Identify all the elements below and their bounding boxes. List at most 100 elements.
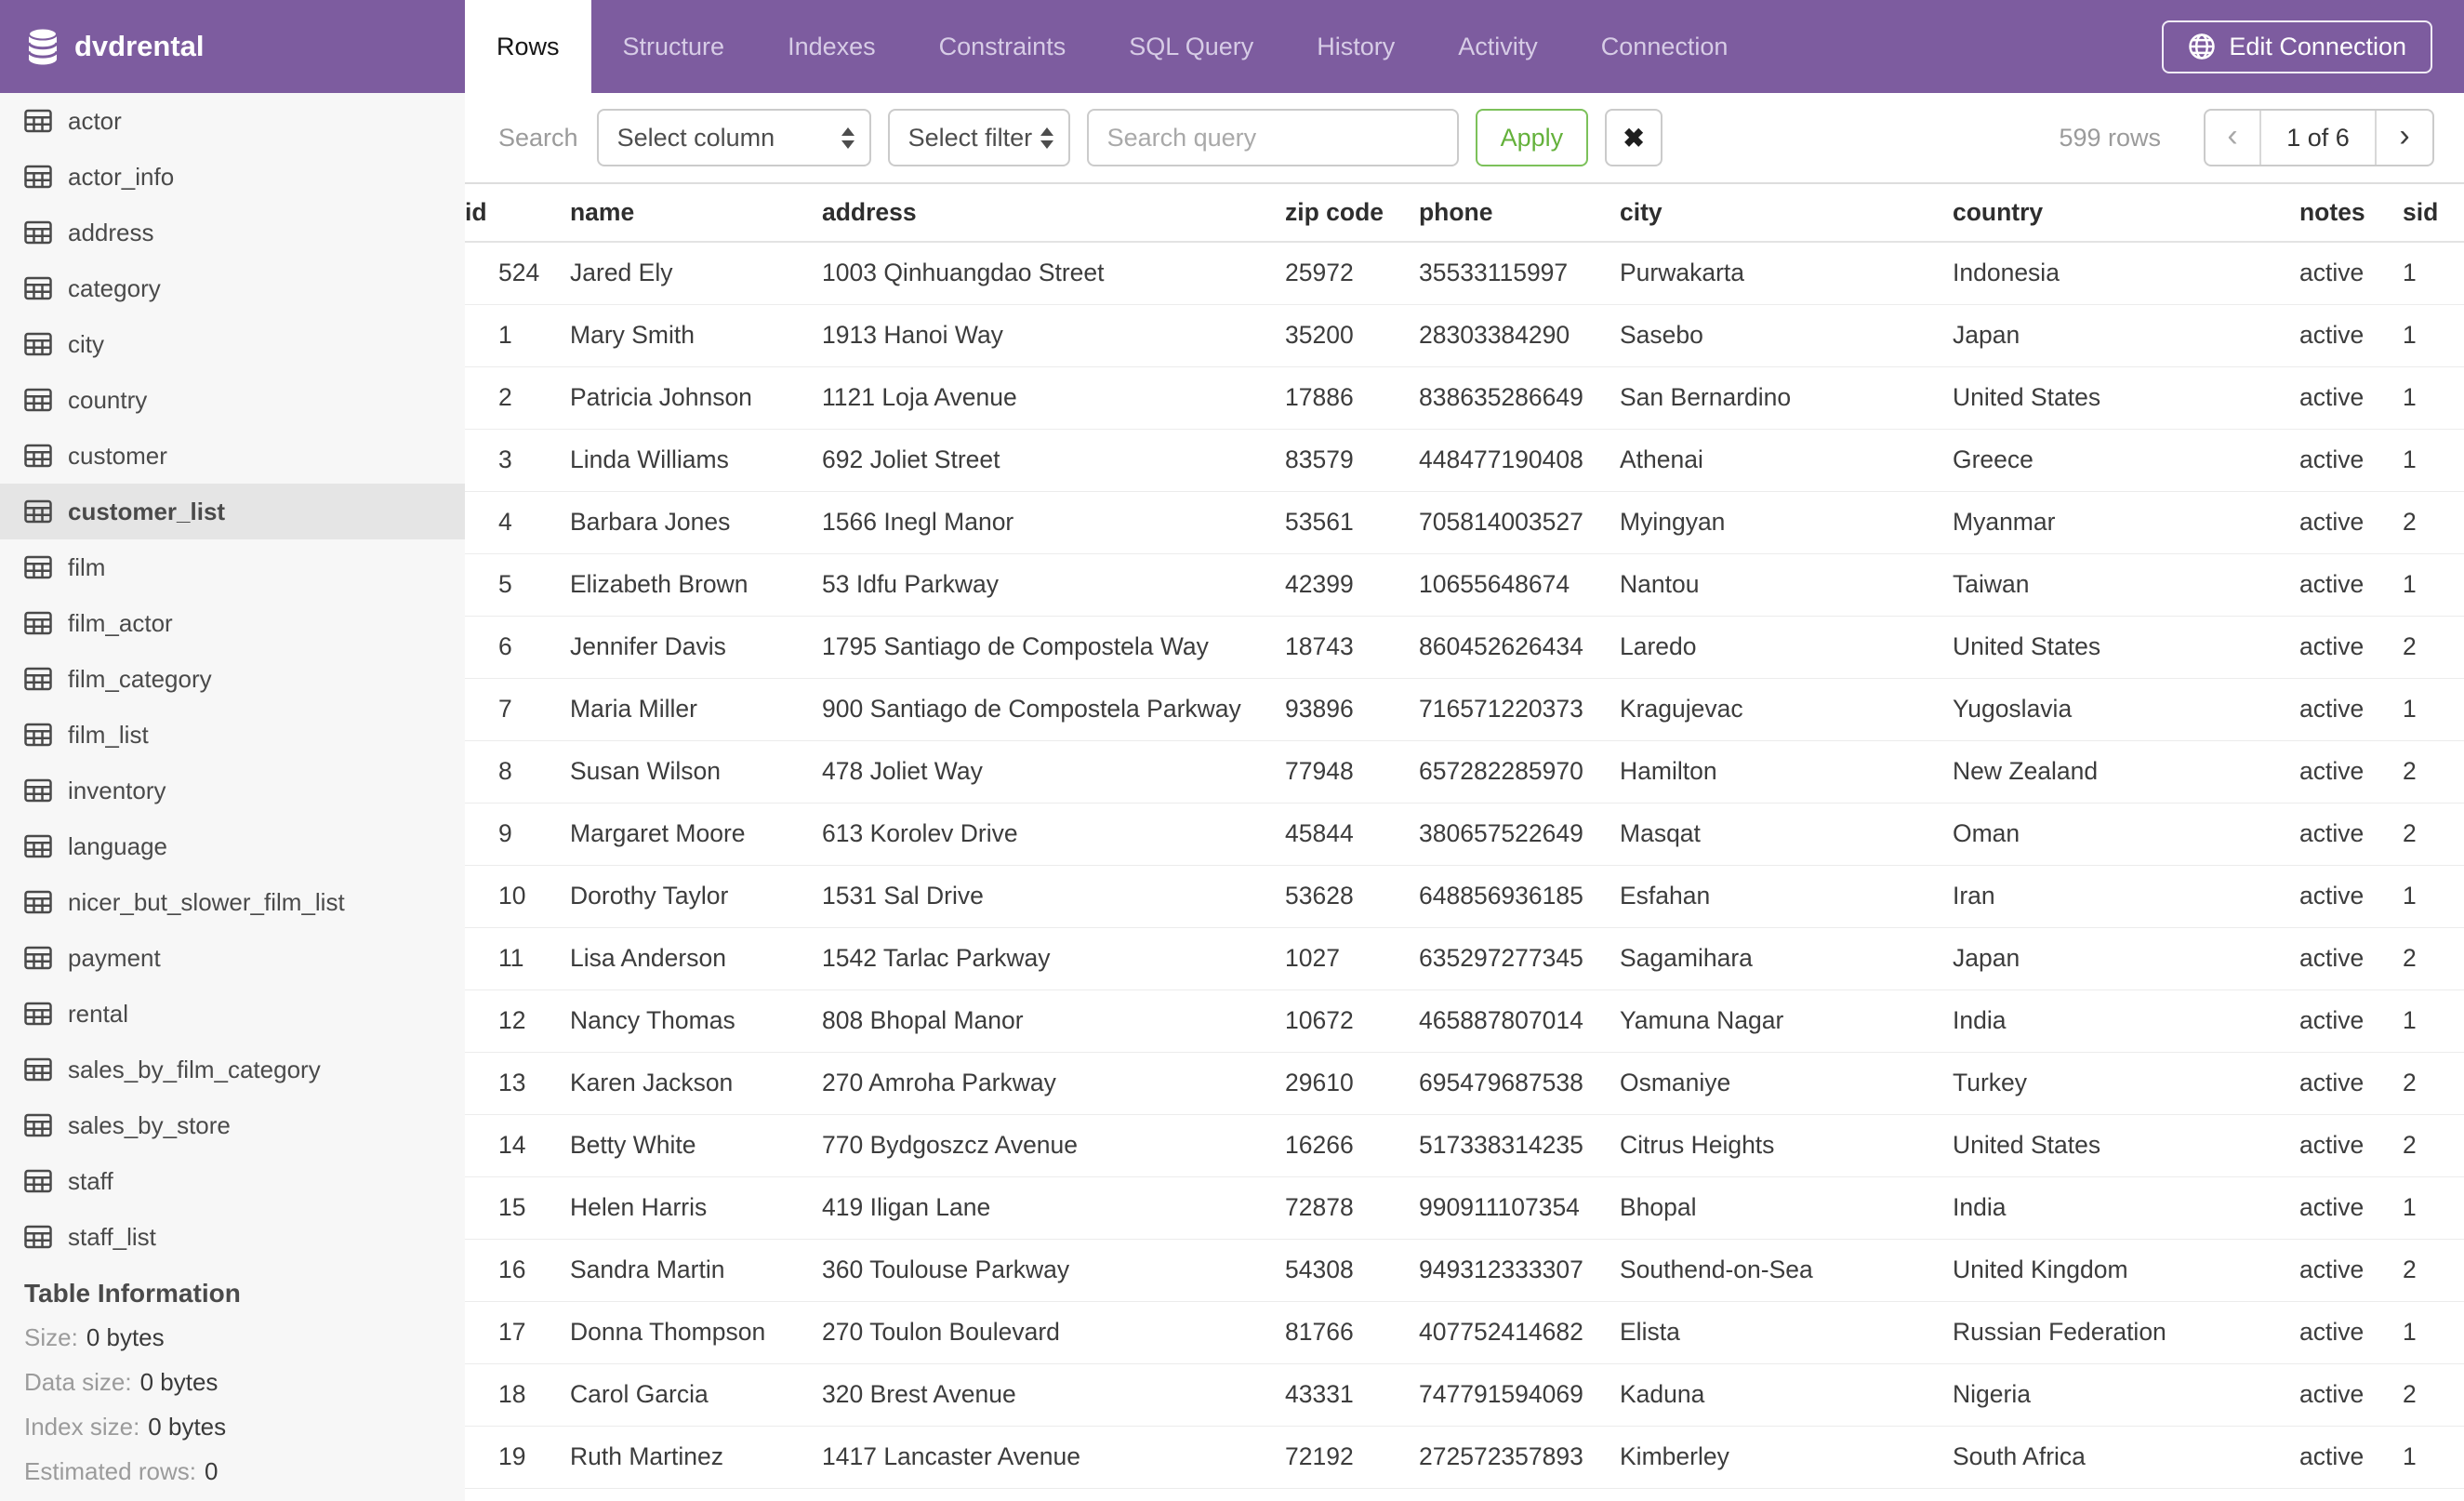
tab[interactable]: Indexes bbox=[756, 0, 907, 93]
previous-page-button[interactable]: ‹ bbox=[2206, 111, 2261, 165]
sidebar-table-item[interactable]: actor bbox=[0, 93, 465, 149]
cell-address: 320 Brest Avenue bbox=[822, 1363, 1285, 1427]
sidebar-table-item[interactable]: film bbox=[0, 539, 465, 595]
sidebar-table-item[interactable]: payment bbox=[0, 930, 465, 986]
cell-id: 19 bbox=[465, 1426, 570, 1489]
sidebar-table-item[interactable]: sales_by_film_category bbox=[0, 1042, 465, 1097]
sidebar-table-item[interactable]: customer_list bbox=[0, 484, 465, 539]
table-header: id name address zip code phone city coun… bbox=[465, 184, 2464, 243]
pagination: ‹ 1 of 6 › bbox=[2204, 109, 2434, 166]
cell-id: 11 bbox=[465, 927, 570, 990]
sidebar-table-label: actor_info bbox=[68, 162, 175, 191]
sidebar-table-item[interactable]: country bbox=[0, 372, 465, 428]
table-row[interactable]: 6 Jennifer Davis 1795 Santiago de Compos… bbox=[465, 616, 2464, 679]
cell-country: South Africa bbox=[1953, 1426, 2299, 1489]
table-row[interactable]: 8 Susan Wilson 478 Joliet Way 77948 6572… bbox=[465, 740, 2464, 804]
table-icon bbox=[24, 778, 52, 803]
sidebar-table-item[interactable]: film_list bbox=[0, 707, 465, 763]
sidebar-table-item[interactable]: language bbox=[0, 818, 465, 874]
table-icon bbox=[24, 499, 52, 524]
table-row[interactable]: 9 Margaret Moore 613 Korolev Drive 45844… bbox=[465, 803, 2464, 866]
cell-country: United States bbox=[1953, 1114, 2299, 1177]
table-row[interactable]: 7 Maria Miller 900 Santiago de Compostel… bbox=[465, 678, 2464, 741]
cell-country: Iran bbox=[1953, 865, 2299, 928]
tab[interactable]: Connection bbox=[1570, 0, 1760, 93]
table-row[interactable]: 17 Donna Thompson 270 Toulon Boulevard 8… bbox=[465, 1301, 2464, 1364]
tab[interactable]: History bbox=[1285, 0, 1426, 93]
column-header[interactable]: country bbox=[1953, 184, 2299, 243]
table-row[interactable]: 19 Ruth Martinez 1417 Lancaster Avenue 7… bbox=[465, 1426, 2464, 1489]
sidebar-table-label: inventory bbox=[68, 776, 166, 804]
tab[interactable]: Constraints bbox=[907, 0, 1098, 93]
apply-button[interactable]: Apply bbox=[1475, 109, 1589, 166]
sidebar-table-label: language bbox=[68, 831, 167, 860]
sidebar-table-item[interactable]: sales_by_store bbox=[0, 1097, 465, 1153]
table-row[interactable]: 2 Patricia Johnson 1121 Loja Avenue 1788… bbox=[465, 366, 2464, 430]
table-row[interactable]: 11 Lisa Anderson 1542 Tarlac Parkway 102… bbox=[465, 927, 2464, 990]
cell-address: 692 Joliet Street bbox=[822, 429, 1285, 492]
column-header[interactable]: phone bbox=[1419, 184, 1620, 243]
select-filter-dropdown[interactable]: Select filter bbox=[887, 109, 1070, 166]
cell-sid: 1 bbox=[2403, 366, 2464, 430]
database-icon bbox=[26, 27, 60, 66]
sidebar-table-item[interactable]: staff bbox=[0, 1153, 465, 1209]
column-header[interactable]: zip code bbox=[1285, 184, 1419, 243]
table-info-value: 0 bytes bbox=[139, 1367, 219, 1396]
table-icon bbox=[24, 723, 52, 747]
cell-country: Japan bbox=[1953, 927, 2299, 990]
table-row[interactable]: 13 Karen Jackson 270 Amroha Parkway 2961… bbox=[465, 1052, 2464, 1115]
table-row[interactable]: 10 Dorothy Taylor 1531 Sal Drive 53628 6… bbox=[465, 865, 2464, 928]
sidebar-table-item[interactable]: customer bbox=[0, 428, 465, 484]
table-row[interactable]: 3 Linda Williams 692 Joliet Street 83579… bbox=[465, 429, 2464, 492]
cell-notes: active bbox=[2299, 1176, 2403, 1240]
tab[interactable]: Structure bbox=[591, 0, 757, 93]
sidebar-table-item[interactable]: actor_info bbox=[0, 149, 465, 205]
column-header[interactable]: notes bbox=[2299, 184, 2403, 243]
sidebar-table-item[interactable]: rental bbox=[0, 986, 465, 1042]
cell-notes: active bbox=[2299, 678, 2403, 741]
next-page-button[interactable]: › bbox=[2377, 111, 2432, 165]
table-row[interactable]: 524 Jared Ely 1003 Qinhuangdao Street 25… bbox=[465, 242, 2464, 305]
column-header[interactable]: id bbox=[465, 184, 570, 243]
cell-zip-code: 29610 bbox=[1285, 1052, 1419, 1115]
edit-connection-button[interactable]: Edit Connection bbox=[2162, 20, 2432, 73]
cell-city: Elista bbox=[1620, 1301, 1953, 1364]
cell-address: 1003 Qinhuangdao Street bbox=[822, 242, 1285, 305]
cell-country: Japan bbox=[1953, 304, 2299, 367]
cell-country: United States bbox=[1953, 616, 2299, 679]
table-row[interactable]: 14 Betty White 770 Bydgoszcz Avenue 1626… bbox=[465, 1114, 2464, 1177]
cell-city: San Bernardino bbox=[1620, 366, 1953, 430]
clear-search-button[interactable]: ✖ bbox=[1605, 109, 1663, 166]
sidebar-table-label: sales_by_store bbox=[68, 1110, 231, 1139]
sidebar-table-item[interactable]: address bbox=[0, 205, 465, 260]
tab[interactable]: Rows bbox=[465, 0, 591, 93]
sidebar-table-item[interactable]: nicer_but_slower_film_list bbox=[0, 874, 465, 930]
column-header[interactable]: name bbox=[570, 184, 822, 243]
table-row[interactable]: 12 Nancy Thomas 808 Bhopal Manor 10672 4… bbox=[465, 990, 2464, 1053]
sidebar-table-item[interactable]: film_category bbox=[0, 651, 465, 707]
table-row[interactable]: 16 Sandra Martin 360 Toulouse Parkway 54… bbox=[465, 1239, 2464, 1302]
sidebar-table-item[interactable]: city bbox=[0, 316, 465, 372]
table-row[interactable]: 18 Carol Garcia 320 Brest Avenue 43331 7… bbox=[465, 1363, 2464, 1427]
cell-city: Masqat bbox=[1620, 803, 1953, 866]
column-header[interactable]: city bbox=[1620, 184, 1953, 243]
table-row[interactable]: 4 Barbara Jones 1566 Inegl Manor 53561 7… bbox=[465, 491, 2464, 554]
cell-name: Barbara Jones bbox=[570, 491, 822, 554]
cell-notes: active bbox=[2299, 491, 2403, 554]
cell-zip-code: 16266 bbox=[1285, 1114, 1419, 1177]
tab[interactable]: SQL Query bbox=[1097, 0, 1285, 93]
cell-phone: 716571220373 bbox=[1419, 678, 1620, 741]
column-header[interactable]: address bbox=[822, 184, 1285, 243]
column-header[interactable]: sid bbox=[2403, 184, 2464, 243]
search-query-input[interactable] bbox=[1086, 109, 1459, 166]
select-column-dropdown[interactable]: Select column bbox=[596, 109, 871, 166]
tab[interactable]: Activity bbox=[1426, 0, 1570, 93]
table-row[interactable]: 5 Elizabeth Brown 53 Idfu Parkway 42399 … bbox=[465, 553, 2464, 617]
cell-address: 1913 Hanoi Way bbox=[822, 304, 1285, 367]
sidebar-table-item[interactable]: staff_list bbox=[0, 1209, 465, 1265]
table-row[interactable]: 15 Helen Harris 419 Iligan Lane 72878 99… bbox=[465, 1176, 2464, 1240]
table-row[interactable]: 1 Mary Smith 1913 Hanoi Way 35200 283033… bbox=[465, 304, 2464, 367]
sidebar-table-item[interactable]: inventory bbox=[0, 763, 465, 818]
sidebar-table-item[interactable]: category bbox=[0, 260, 465, 316]
sidebar-table-item[interactable]: film_actor bbox=[0, 595, 465, 651]
